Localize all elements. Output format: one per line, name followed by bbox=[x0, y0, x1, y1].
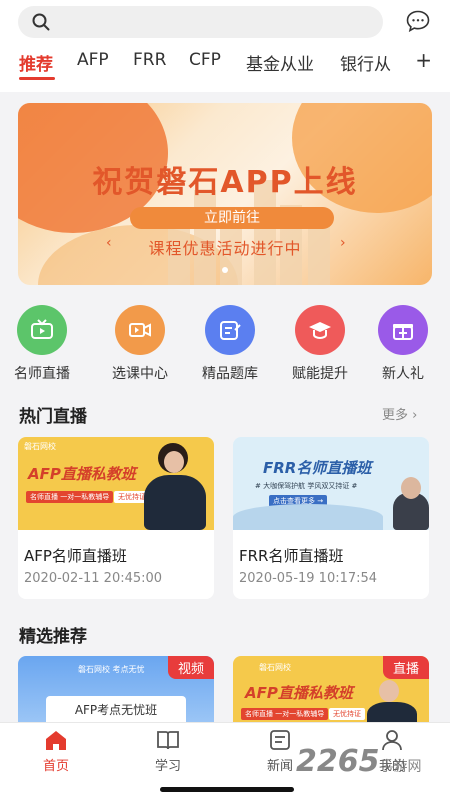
more-label: 更多 bbox=[382, 408, 409, 423]
video-badge: 视频 bbox=[167, 656, 214, 679]
banner-go-button[interactable]: 立即前往 bbox=[130, 207, 334, 229]
home-indicator bbox=[160, 787, 294, 792]
quick-link-label: 选课中心 bbox=[112, 366, 168, 382]
live-card-title: AFP名师直播班 bbox=[24, 547, 127, 565]
teacher-photo bbox=[367, 702, 417, 724]
banner-pager bbox=[18, 258, 432, 277]
teacher-photo bbox=[379, 680, 399, 702]
featured-title: 精选推荐 bbox=[19, 627, 87, 647]
quick-link-gift[interactable]: 新人礼 bbox=[361, 305, 445, 383]
tv-icon bbox=[17, 305, 67, 355]
quick-link-label: 精品题库 bbox=[202, 366, 258, 382]
home-icon bbox=[46, 731, 66, 750]
book-icon bbox=[157, 731, 179, 750]
banner-title: 祝贺磐石APP上线 bbox=[92, 165, 358, 200]
school-logo: 磐石网校 bbox=[259, 663, 291, 672]
quick-link-label: 名师直播 bbox=[14, 366, 70, 382]
thumbnail-tag: 无忧持证 bbox=[329, 708, 365, 720]
featured-card[interactable]: 磐石网校 考点无忧 AFP考点无忧班 视频 bbox=[18, 656, 214, 724]
hot-live-more-link[interactable]: 更多 › bbox=[382, 404, 417, 423]
nav-home[interactable]: 首页 bbox=[26, 729, 86, 774]
quick-link-label: 新人礼 bbox=[382, 366, 424, 382]
search-bar[interactable] bbox=[18, 6, 383, 38]
teacher-photo bbox=[401, 477, 421, 499]
pager-dot bbox=[222, 267, 228, 273]
thumbnail-decoration bbox=[233, 504, 383, 530]
news-icon bbox=[270, 730, 290, 750]
chat-bubble-icon[interactable] bbox=[406, 10, 430, 32]
thumbnail-heading: AFP直播私教班 bbox=[28, 465, 136, 483]
quick-link-upgrade[interactable]: 赋能提升 bbox=[278, 305, 362, 383]
thumbnail-tag: 名师直播 一对一私教辅导 bbox=[241, 708, 329, 720]
banner-subtitle: 课程优惠活动进行中 bbox=[148, 239, 302, 258]
watermark-suffix: 手游网 bbox=[379, 759, 422, 775]
teacher-photo bbox=[144, 475, 206, 530]
search-icon bbox=[32, 13, 50, 31]
live-card[interactable]: 磐石网校 AFP直播私教班 名师直播 一对一私教辅导 无忧持证 AFP名师直播班… bbox=[18, 437, 214, 599]
tab-active-indicator bbox=[19, 77, 55, 80]
school-logo: 磐石网校 bbox=[24, 442, 56, 451]
live-badge: 直播 bbox=[382, 656, 429, 679]
tab-bank[interactable]: 银行从 bbox=[340, 50, 391, 75]
live-card-thumbnail: FRR名师直播班 # 大咖保驾护航 学风双又持证 # 点击查看更多 → bbox=[233, 437, 429, 530]
tab-frr[interactable]: FRR bbox=[133, 50, 166, 70]
thumbnail-tag: 名师直播 一对一私教辅导 bbox=[26, 491, 114, 503]
chevron-right-icon: › bbox=[412, 408, 418, 423]
watermark: 2265手游网 bbox=[296, 744, 422, 779]
thumbnail-heading: FRR名师直播班 bbox=[263, 459, 372, 477]
featured-caption: AFP考点无忧班 bbox=[46, 696, 186, 724]
promo-banner[interactable]: 祝贺磐石APP上线 立即前往 ‹ 课程优惠活动进行中 › bbox=[18, 103, 432, 285]
tab-fund[interactable]: 基金从业 bbox=[246, 50, 314, 75]
hot-live-title: 热门直播 bbox=[19, 407, 87, 427]
thumbnail-heading: AFP直播私教班 bbox=[245, 684, 353, 702]
quick-link-courses[interactable]: 选课中心 bbox=[98, 305, 182, 383]
gift-icon bbox=[378, 305, 428, 355]
tab-afp[interactable]: AFP bbox=[77, 50, 109, 70]
live-card-title: FRR名师直播班 bbox=[239, 547, 344, 565]
edit-note-icon bbox=[205, 305, 255, 355]
tab-cfp[interactable]: CFP bbox=[189, 50, 221, 70]
video-camera-icon bbox=[115, 305, 165, 355]
live-card[interactable]: FRR名师直播班 # 大咖保驾护航 学风双又持证 # 点击查看更多 → FRR名… bbox=[233, 437, 429, 599]
top-bar: 推荐 AFP FRR CFP 基金从业 银行从 + bbox=[0, 0, 450, 92]
live-card-time: 2020-02-11 20:45:00 bbox=[24, 571, 163, 586]
quick-links: 名师直播 选课中心 精品题库 赋能提升 新人礼 bbox=[0, 305, 450, 385]
category-tabs: 推荐 AFP FRR CFP 基金从业 银行从 + bbox=[0, 46, 450, 82]
graduation-cap-icon bbox=[295, 305, 345, 355]
tab-recommend[interactable]: 推荐 bbox=[19, 50, 53, 75]
live-card-time: 2020-05-19 10:17:54 bbox=[239, 571, 378, 586]
school-logo: 磐石网校 考点无忧 bbox=[78, 665, 145, 674]
quick-link-questions[interactable]: 精品题库 bbox=[188, 305, 272, 383]
live-card-thumbnail: 磐石网校 AFP直播私教班 名师直播 一对一私教辅导 无忧持证 bbox=[18, 437, 214, 530]
quick-link-live[interactable]: 名师直播 bbox=[0, 305, 84, 383]
watermark-number: 2265 bbox=[296, 744, 380, 779]
nav-label: 学习 bbox=[154, 759, 181, 774]
banner-next-icon: › bbox=[340, 235, 346, 251]
add-tab-button[interactable]: + bbox=[415, 48, 432, 72]
featured-card[interactable]: 磐石网校 AFP直播私教班 名师直播 一对一私教辅导 无忧持证 直播 bbox=[233, 656, 429, 724]
quick-link-label: 赋能提升 bbox=[292, 366, 348, 382]
nav-study[interactable]: 学习 bbox=[138, 729, 198, 774]
nav-label: 首页 bbox=[42, 759, 69, 774]
thumbnail-tagline: # 大咖保驾护航 学风双又持证 # bbox=[255, 482, 358, 490]
teacher-photo bbox=[164, 451, 184, 473]
